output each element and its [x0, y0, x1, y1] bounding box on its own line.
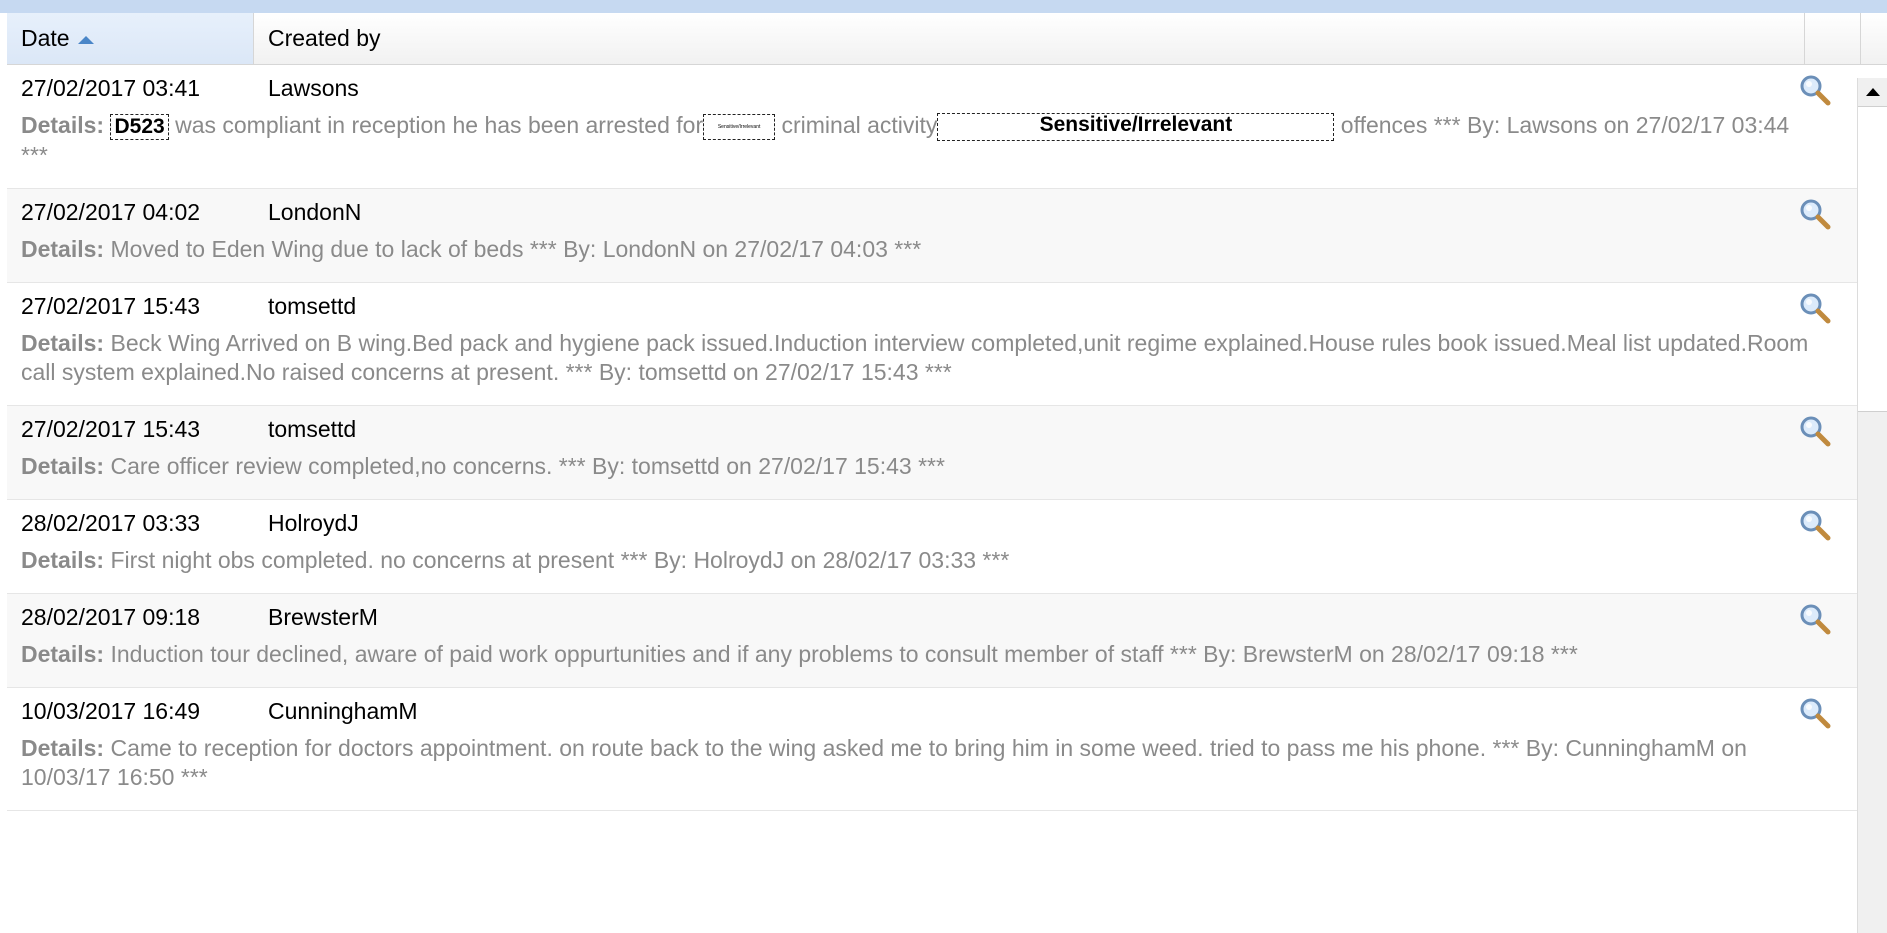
- row-header: 27/02/2017 03:41 Lawsons: [7, 65, 1857, 111]
- row-date: 28/02/2017 09:18: [21, 603, 201, 630]
- grid-header: Date Created by: [7, 13, 1887, 65]
- details-label: Details:: [21, 546, 105, 573]
- row-header: 27/02/2017 15:43 tomsettd: [7, 283, 1857, 329]
- row-created-by: tomsettd: [268, 415, 357, 442]
- vertical-scrollbar[interactable]: [1857, 78, 1887, 933]
- arrow-up-icon: [1866, 88, 1880, 96]
- row-header: 28/02/2017 03:33 HolroydJ: [7, 500, 1857, 546]
- magnifier-icon[interactable]: [1797, 197, 1833, 231]
- details-label: Details:: [21, 734, 105, 761]
- scroll-up-button[interactable]: [1858, 78, 1887, 106]
- row-details: Details: Care officer review completed,n…: [7, 452, 1857, 499]
- details-text: was compliant in reception he has been a…: [168, 112, 704, 138]
- row-date: 27/02/2017 15:43: [21, 292, 201, 319]
- table-row[interactable]: 28/02/2017 03:33 HolroydJ Details: First…: [7, 500, 1857, 594]
- row-created-by: CunninghamM: [268, 697, 418, 724]
- row-details: Details: Beck Wing Arrived on B wing.Bed…: [7, 329, 1857, 405]
- column-header-filler: [1805, 13, 1861, 64]
- details-label: Details:: [21, 235, 105, 262]
- row-details: Details: Came to reception for doctors a…: [7, 734, 1857, 810]
- row-details: Details: D523 was compliant in reception…: [7, 111, 1857, 188]
- magnifier-icon[interactable]: [1797, 508, 1833, 542]
- details-label: Details:: [21, 112, 105, 138]
- details-text: First night obs completed. no concerns a…: [110, 546, 1010, 573]
- table-row[interactable]: 27/02/2017 15:43 tomsettd Details: Beck …: [7, 283, 1857, 406]
- details-label: Details:: [21, 329, 105, 356]
- created-by-column-header[interactable]: Created by: [254, 13, 1805, 64]
- table-row[interactable]: 10/03/2017 16:49 CunninghamM Details: Ca…: [7, 688, 1857, 811]
- redacted-box-wide: Sensitive/Irrelevant: [937, 112, 1335, 141]
- table-row[interactable]: 28/02/2017 09:18 BrewsterM Details: Indu…: [7, 593, 1857, 688]
- details-text: Beck Wing Arrived on B wing.Bed pack and…: [21, 329, 1809, 385]
- row-header: 10/03/2017 16:49 CunninghamM: [7, 688, 1857, 734]
- notes-list: 27/02/2017 03:41 Lawsons Details: D523 w…: [7, 65, 1857, 920]
- row-details: Details: First night obs completed. no c…: [7, 546, 1857, 593]
- notes-grid: Date Created by 27/02/2017 03:41 Lawsons…: [0, 0, 1887, 933]
- details-text: criminal activity: [775, 112, 938, 138]
- sort-ascending-icon: [77, 35, 94, 44]
- magnifier-icon[interactable]: [1797, 414, 1833, 448]
- row-created-by: LondonN: [268, 198, 362, 225]
- table-row[interactable]: 27/02/2017 03:41 Lawsons Details: D523 w…: [7, 65, 1857, 189]
- details-text: Moved to Eden Wing due to lack of beds *…: [110, 235, 922, 262]
- row-created-by: Lawsons: [268, 75, 359, 101]
- row-header: 28/02/2017 09:18 BrewsterM: [7, 594, 1857, 640]
- date-column-label: Date: [21, 25, 70, 51]
- created-by-column-label: Created by: [268, 25, 381, 51]
- row-date: 27/02/2017 04:02: [21, 198, 201, 225]
- row-date: 27/02/2017 03:41: [21, 75, 201, 101]
- magnifier-icon[interactable]: [1797, 696, 1833, 730]
- redacted-id: D523: [110, 113, 169, 140]
- row-details: Details: Induction tour declined, aware …: [7, 640, 1857, 687]
- details-label: Details:: [21, 452, 105, 479]
- row-header: 27/02/2017 15:43 tomsettd: [7, 406, 1857, 452]
- row-date: 10/03/2017 16:49: [21, 697, 201, 724]
- magnifier-icon[interactable]: [1797, 291, 1833, 325]
- table-row[interactable]: 27/02/2017 15:43 tomsettd Details: Care …: [7, 405, 1857, 500]
- details-label: Details:: [21, 640, 105, 667]
- row-header: 27/02/2017 04:02 LondonN: [7, 189, 1857, 235]
- row-created-by: tomsettd: [268, 292, 357, 319]
- scrollbar-thumb[interactable]: [1858, 106, 1887, 412]
- row-created-by: BrewsterM: [268, 603, 378, 630]
- magnifier-icon[interactable]: [1797, 602, 1833, 636]
- row-created-by: HolroydJ: [268, 509, 359, 536]
- row-details: Details: Moved to Eden Wing due to lack …: [7, 235, 1857, 282]
- redacted-box-small: Sensitive/Irrelevant: [703, 113, 776, 140]
- row-date: 27/02/2017 15:43: [21, 415, 201, 442]
- details-text: Care officer review completed,no concern…: [110, 452, 945, 479]
- date-column-header[interactable]: Date: [7, 13, 254, 64]
- table-row[interactable]: 27/02/2017 04:02 LondonN Details: Moved …: [7, 188, 1857, 283]
- details-text: Came to reception for doctors appointmen…: [21, 734, 1747, 790]
- magnifier-icon[interactable]: [1797, 73, 1833, 107]
- row-date: 28/02/2017 03:33: [21, 509, 201, 536]
- details-text: Induction tour declined, aware of paid w…: [110, 640, 1578, 667]
